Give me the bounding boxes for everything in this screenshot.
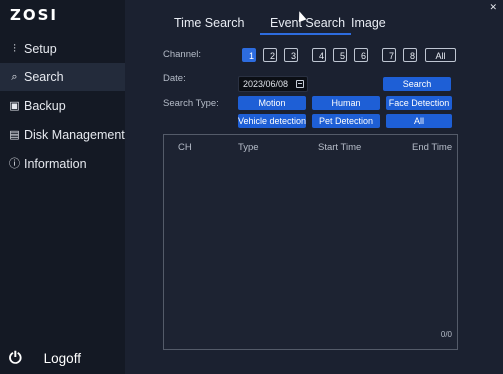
search-type-label: Search Type: (163, 98, 219, 109)
logoff-button[interactable]: ⏻ Logoff (9, 348, 81, 368)
power-icon: ⏻ (9, 348, 22, 367)
close-icon[interactable]: ✕ (489, 3, 497, 13)
channel-button-2[interactable]: 2 (263, 48, 277, 62)
channel-label: Channel: (163, 49, 202, 60)
column-header-ch: CH (178, 142, 192, 153)
sidebar-item-search[interactable]: ⌕ Search (0, 63, 125, 91)
results-table[interactable]: CH Type Start Time End Time 0/0 (163, 134, 458, 350)
sidebar-item-backup[interactable]: ▣ Backup (0, 92, 125, 120)
tab-time-search[interactable]: Time Search (174, 16, 244, 30)
sliders-icon: ⫶ (13, 42, 16, 55)
channel-button-6[interactable]: 6 (354, 48, 368, 62)
column-header-start-time: Start Time (318, 142, 362, 153)
logoff-label: Logoff (43, 350, 81, 366)
search-type-motion[interactable]: Motion (238, 96, 306, 110)
search-type-pet-detection[interactable]: Pet Detection (312, 114, 380, 128)
channel-button-1[interactable]: 1 (242, 48, 256, 62)
results-count: 0/0 (440, 330, 452, 339)
sidebar-item-label: Information (24, 157, 87, 171)
info-icon: ⓘ (9, 157, 20, 170)
sidebar-item-label: Setup (24, 42, 57, 56)
sidebar-item-disk-management[interactable]: ▤ Disk Management (0, 121, 125, 149)
tab-bar: Time Search Event Search Image (125, 16, 503, 36)
sidebar-item-setup[interactable]: ⫶ Setup (0, 35, 125, 63)
column-header-end-time: End Time (412, 142, 453, 153)
search-type-human[interactable]: Human (312, 96, 380, 110)
search-type-vehicle-detection[interactable]: Vehicle detection (238, 114, 306, 128)
date-picker[interactable]: 2023/06/08 (238, 76, 308, 92)
app-logo: ZOSI (10, 6, 59, 24)
calendar-icon[interactable] (296, 80, 304, 88)
floppy-icon: ▣ (9, 99, 20, 112)
sidebar-item-information[interactable]: ⓘ Information (0, 150, 125, 178)
date-label: Date: (163, 73, 186, 84)
search-button[interactable]: Search (383, 77, 451, 91)
sidebar-item-label: Search (24, 70, 64, 84)
sidebar: ZOSI ⫶ Setup ⌕ Search ▣ Backup ▤ Disk Ma… (0, 0, 125, 374)
channel-button-all[interactable]: All (425, 48, 456, 62)
disk-icon: ▤ (9, 128, 20, 141)
channel-button-3[interactable]: 3 (284, 48, 298, 62)
sidebar-item-label: Backup (24, 99, 66, 113)
channel-button-4[interactable]: 4 (312, 48, 326, 62)
search-type-face-detection[interactable]: Face Detection (386, 96, 452, 110)
search-type-all[interactable]: All (386, 114, 452, 128)
main-panel: ✕ Time Search Event Search Image Channel… (125, 0, 503, 374)
channel-button-7[interactable]: 7 (382, 48, 396, 62)
tab-image[interactable]: Image (351, 16, 386, 30)
date-value: 2023/06/08 (243, 79, 289, 89)
channel-button-5[interactable]: 5 (333, 48, 347, 62)
tab-event-search[interactable]: Event Search (259, 16, 352, 35)
search-icon: ⌕ (11, 70, 18, 83)
column-header-type: Type (238, 142, 259, 153)
channel-button-8[interactable]: 8 (403, 48, 417, 62)
sidebar-item-label: Disk Management (24, 128, 125, 142)
